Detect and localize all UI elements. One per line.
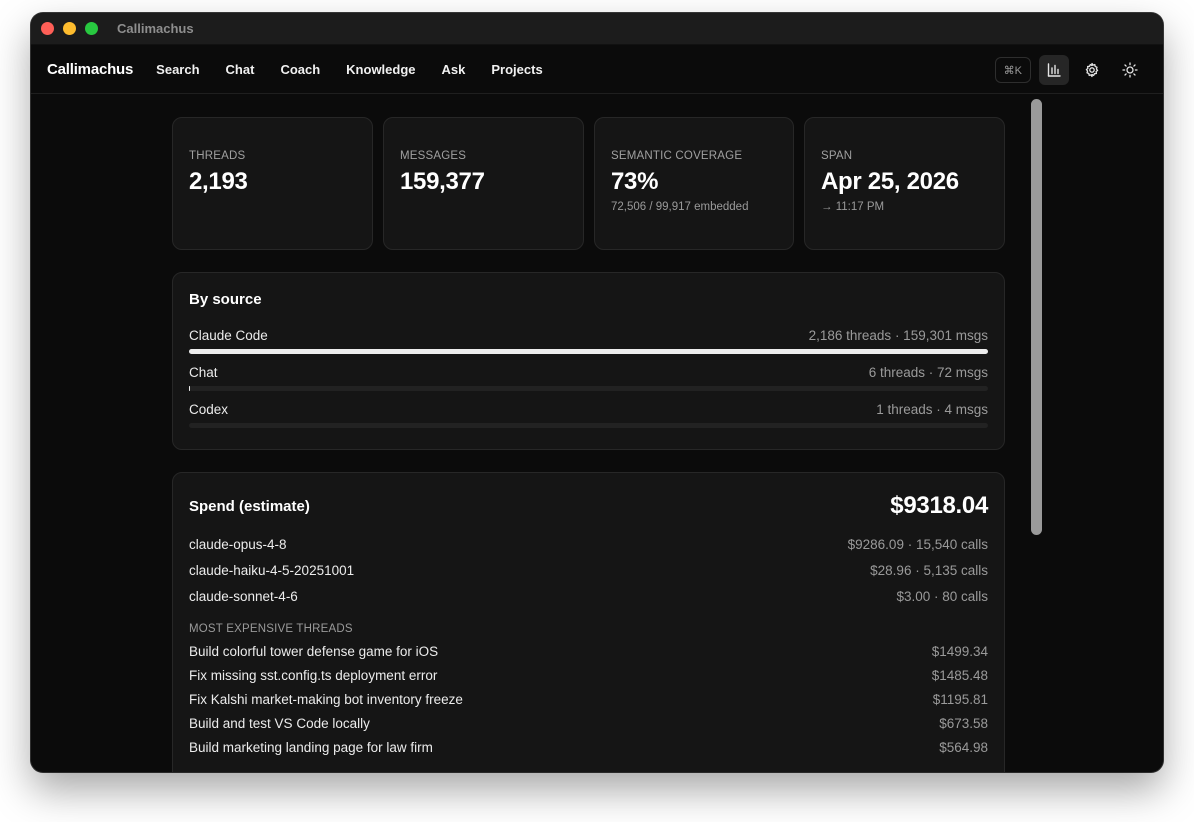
nav-actions: ⌘K: [994, 55, 1145, 85]
stat-value: 159,377: [400, 168, 485, 195]
stat-value: 2,193: [189, 168, 248, 195]
brand-logo[interactable]: Callimachus: [47, 61, 133, 78]
thread-name: Build marketing landing page for law fir…: [189, 739, 433, 755]
stat-card-span: SPAN Apr 25, 2026 → 11:17 PM: [804, 117, 1005, 250]
thread-row[interactable]: Build marketing landing page for law fir…: [189, 735, 988, 759]
source-name: Codex: [189, 402, 229, 417]
source-name: Chat: [189, 365, 218, 380]
model-row: claude-haiku-4-5-20251001 $28.96 · 5,135…: [189, 557, 988, 583]
stat-label: SPAN: [821, 150, 853, 162]
thread-row[interactable]: Fix missing sst.config.ts deployment err…: [189, 663, 988, 687]
thread-cost: $1195.81: [932, 691, 988, 707]
thread-cost: $564.98: [939, 739, 988, 755]
stat-card-semantic-coverage: SEMANTIC COVERAGE 73% 72,506 / 99,917 em…: [594, 117, 794, 250]
thread-row[interactable]: Fix Kalshi market-making bot inventory f…: [189, 687, 988, 711]
app-window: Callimachus Callimachus Search Chat Coac…: [31, 13, 1163, 772]
stat-value: Apr 25, 2026: [821, 168, 959, 195]
source-meta: 6 threads · 72 msgs: [868, 365, 988, 380]
model-meta: $9286.09 · 15,540 calls: [847, 536, 988, 552]
thread-row[interactable]: Build and test VS Code locally $673.58: [189, 711, 988, 735]
nav-search[interactable]: Search: [156, 62, 199, 77]
threads-heading: MOST EXPENSIVE THREADS: [189, 623, 353, 635]
model-meta: $3.00 · 80 calls: [896, 588, 988, 604]
nav-chat[interactable]: Chat: [226, 62, 255, 77]
gear-icon: [1085, 62, 1099, 78]
section-title: By source: [189, 291, 262, 308]
stat-sub: 72,506 / 99,917 embedded: [611, 201, 749, 213]
spend-total: $9318.04: [890, 492, 988, 519]
model-name: claude-sonnet-4-6: [189, 588, 298, 604]
model-name: claude-opus-4-8: [189, 536, 287, 552]
source-meta: 1 threads · 4 msgs: [876, 402, 988, 417]
model-name: claude-haiku-4-5-20251001: [189, 562, 355, 578]
thread-name: Build and test VS Code locally: [189, 715, 370, 731]
source-meta: 2,186 threads · 159,301 msgs: [808, 328, 988, 343]
nav-projects[interactable]: Projects: [491, 62, 542, 77]
source-bar: [189, 349, 988, 354]
thread-name: Fix missing sst.config.ts deployment err…: [189, 667, 438, 683]
window-title: Callimachus: [117, 21, 194, 36]
source-name: Claude Code: [189, 328, 268, 343]
zoom-window-button[interactable]: [85, 22, 98, 35]
model-meta: $28.96 · 5,135 calls: [870, 562, 988, 578]
model-row: claude-sonnet-4-6 $3.00 · 80 calls: [189, 583, 988, 609]
stat-sub: → 11:17 PM: [821, 201, 885, 213]
close-window-button[interactable]: [41, 22, 54, 35]
source-bar-fill: [189, 349, 988, 354]
source-row-chat: Chat 6 threads · 72 msgs: [189, 365, 988, 391]
expensive-thread-list: Build colorful tower defense game for iO…: [189, 639, 988, 759]
top-nav: Callimachus Search Chat Coach Knowledge …: [31, 45, 1163, 94]
model-row: claude-opus-4-8 $9286.09 · 15,540 calls: [189, 531, 988, 557]
by-source-card: By source Claude Code 2,186 threads · 15…: [172, 272, 1005, 450]
nav-ask[interactable]: Ask: [442, 62, 466, 77]
model-list: claude-opus-4-8 $9286.09 · 15,540 calls …: [189, 531, 988, 609]
stat-label: THREADS: [189, 150, 246, 162]
source-bar: [189, 423, 988, 428]
section-title: Spend (estimate): [189, 497, 310, 515]
settings-button[interactable]: [1077, 55, 1107, 85]
theme-toggle-button[interactable]: [1115, 55, 1145, 85]
thread-cost: $1499.34: [931, 643, 988, 659]
stat-label: MESSAGES: [400, 150, 467, 162]
window-controls: [41, 22, 98, 35]
title-bar: Callimachus: [31, 13, 1163, 45]
source-row-codex: Codex 1 threads · 4 msgs: [189, 402, 988, 428]
nav-knowledge[interactable]: Knowledge: [346, 62, 415, 77]
bar-chart-icon: [1047, 63, 1061, 77]
source-row-claude-code: Claude Code 2,186 threads · 159,301 msgs: [189, 328, 988, 354]
stat-label: SEMANTIC COVERAGE: [611, 150, 743, 162]
spend-card: Spend (estimate) $9318.04 claude-opus-4-…: [172, 472, 1005, 772]
thread-cost: $1485.48: [931, 667, 988, 683]
command-palette-button[interactable]: ⌘K: [994, 57, 1031, 83]
thread-row[interactable]: Build colorful tower defense game for iO…: [189, 639, 988, 663]
thread-name: Fix Kalshi market-making bot inventory f…: [189, 691, 463, 707]
thread-cost: $673.58: [939, 715, 988, 731]
minimize-window-button[interactable]: [63, 22, 76, 35]
thread-name: Build colorful tower defense game for iO…: [189, 643, 439, 659]
stat-card-messages: MESSAGES 159,377: [383, 117, 584, 250]
stats-button[interactable]: [1039, 55, 1069, 85]
source-bar: [189, 386, 988, 391]
stat-value: 73%: [611, 168, 659, 195]
nav-coach[interactable]: Coach: [280, 62, 320, 77]
stat-card-threads: THREADS 2,193: [172, 117, 373, 250]
sun-icon: [1122, 62, 1138, 78]
scrollbar-thumb[interactable]: [1031, 99, 1042, 535]
scrollbar[interactable]: [1031, 97, 1042, 769]
dashboard-content[interactable]: THREADS 2,193 MESSAGES 159,377 SEMANTIC …: [31, 95, 1163, 772]
